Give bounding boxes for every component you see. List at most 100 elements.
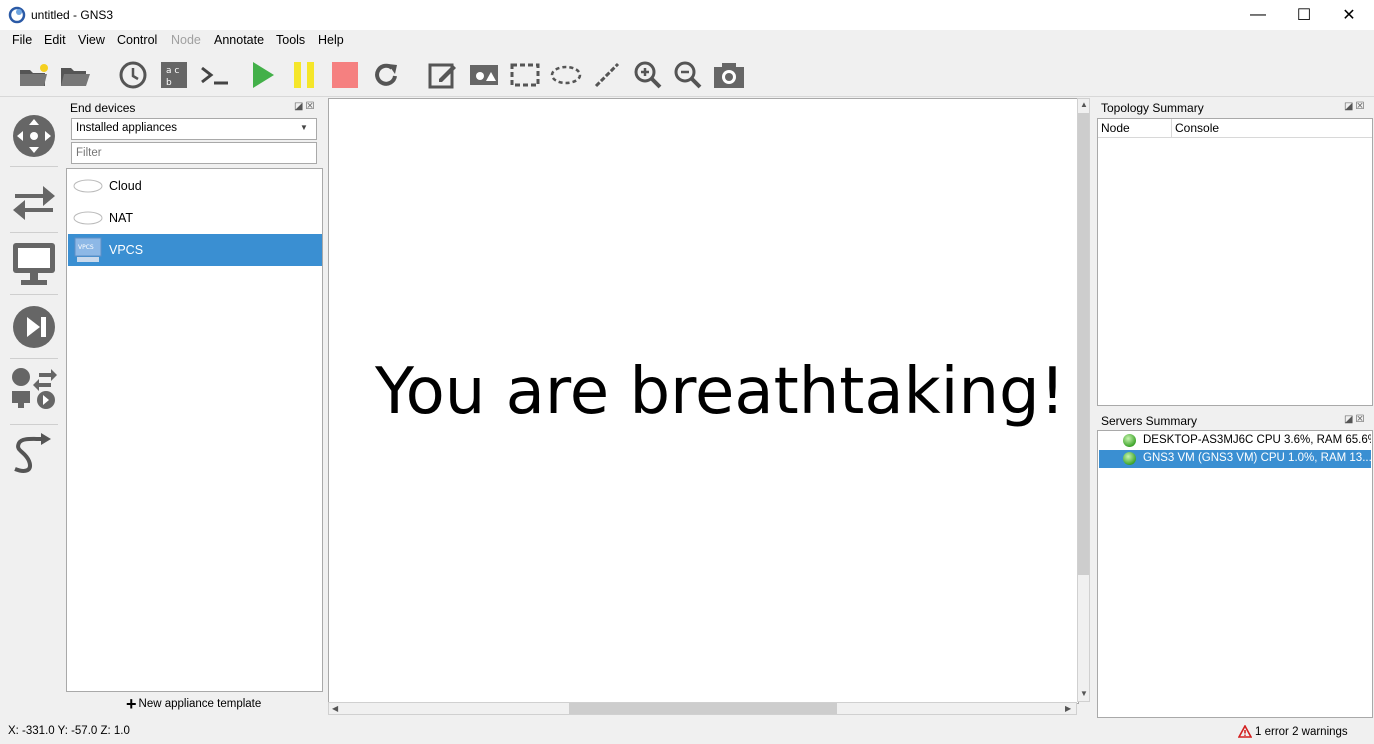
list-item-cloud[interactable]: Cloud — [68, 170, 322, 202]
menu-control[interactable]: Control — [117, 33, 157, 47]
topology-summary-title: Topology Summary — [1101, 101, 1204, 115]
canvas-horizontal-scrollbar[interactable]: ◀ ▶ — [328, 702, 1077, 715]
errors-label: 1 error 2 warnings — [1255, 725, 1348, 738]
reload-all-icon[interactable] — [369, 58, 403, 92]
column-console[interactable]: Console — [1175, 121, 1219, 135]
vertical-scroll-thumb[interactable] — [1078, 113, 1089, 575]
draw-line-icon[interactable] — [590, 58, 624, 92]
suspend-all-icon[interactable] — [287, 58, 321, 92]
list-item-label: VPCS — [109, 243, 144, 257]
draw-ellipse-icon[interactable] — [549, 58, 583, 92]
gns3-logo-icon — [8, 6, 26, 24]
show-interface-labels-icon[interactable]: a c b — [157, 58, 191, 92]
list-item-label: Cloud — [109, 179, 142, 193]
scroll-left-icon[interactable]: ◀ — [332, 704, 338, 713]
routers-icon[interactable] — [10, 112, 58, 160]
list-item-vpcs[interactable]: VPCS VPCS — [68, 234, 322, 266]
menu-edit[interactable]: Edit — [44, 33, 66, 47]
menu-node: Node — [171, 33, 201, 47]
panel-float-close-icons[interactable]: ◪☒ — [294, 101, 316, 112]
toolbar: a c b — [0, 52, 1374, 97]
snapshot-icon[interactable] — [116, 58, 150, 92]
open-project-icon[interactable] — [58, 58, 92, 92]
menu-help[interactable]: Help — [318, 33, 344, 47]
plus-icon: + — [126, 694, 137, 714]
errors-indicator[interactable]: 1 error 2 warnings — [1238, 725, 1348, 738]
column-node[interactable]: Node — [1101, 121, 1130, 135]
minimize-icon: — — [1250, 6, 1266, 23]
server-row-label: GNS3 VM (GNS3 VM) CPU 1.0%, RAM 13.... — [1143, 452, 1371, 464]
dock-separator — [10, 358, 58, 359]
servers-summary-panel: Servers Summary ◪☒ DESKTOP-AS3MJ6C CPU 3… — [1097, 412, 1373, 718]
chevron-down-icon: ▼ — [300, 123, 308, 132]
console-all-icon[interactable] — [198, 58, 232, 92]
new-appliance-template-button[interactable]: + New appliance template — [126, 694, 262, 714]
server-row[interactable]: DESKTOP-AS3MJ6C CPU 3.6%, RAM 65.6% — [1099, 432, 1371, 450]
list-item-label: NAT — [109, 211, 134, 225]
appliances-combo-value: Installed appliances — [76, 122, 178, 134]
menu-file[interactable]: File — [12, 33, 32, 47]
new-project-icon[interactable] — [17, 58, 51, 92]
scroll-up-icon[interactable]: ▲ — [1080, 100, 1088, 109]
window-title: untitled - GNS3 — [31, 8, 114, 22]
panel-float-close-icons[interactable]: ◪☒ — [1344, 101, 1366, 112]
minimize-button[interactable]: — — [1235, 0, 1281, 30]
scroll-right-icon[interactable]: ▶ — [1065, 704, 1071, 713]
maximize-button[interactable]: ☐ — [1281, 0, 1327, 30]
nat-cloud-icon — [73, 211, 103, 225]
canvas-note[interactable]: You are breathtaking! — [375, 355, 1065, 429]
menu-annotate[interactable]: Annotate — [214, 33, 264, 47]
svg-text:b: b — [166, 78, 172, 88]
list-item-nat[interactable]: NAT — [68, 202, 322, 234]
appliances-combo[interactable]: Installed appliances ▼ — [71, 118, 317, 140]
server-row[interactable]: GNS3 VM (GNS3 VM) CPU 1.0%, RAM 13.... — [1099, 450, 1371, 468]
scroll-down-icon[interactable]: ▼ — [1080, 689, 1088, 698]
topology-summary-table: Node Console — [1097, 118, 1373, 406]
canvas-vertical-scrollbar[interactable]: ▲ ▼ — [1077, 98, 1090, 702]
topology-canvas[interactable]: You are breathtaking! — [328, 98, 1079, 704]
close-button[interactable]: ✕ — [1326, 0, 1372, 30]
dock-separator — [10, 294, 58, 295]
zoom-out-icon[interactable] — [671, 58, 705, 92]
svg-text:VPCS: VPCS — [78, 244, 94, 251]
add-note-icon[interactable] — [426, 58, 460, 92]
dock-separator — [10, 424, 58, 425]
zoom-in-icon[interactable] — [631, 58, 665, 92]
cloud-icon — [73, 179, 103, 193]
horizontal-scroll-thumb[interactable] — [569, 703, 837, 714]
insert-image-icon[interactable] — [467, 58, 501, 92]
end-devices-icon[interactable] — [10, 240, 58, 288]
devices-panel-title: End devices — [70, 101, 136, 115]
menu-tools[interactable]: Tools — [276, 33, 305, 47]
warning-icon — [1238, 725, 1252, 738]
dock-separator — [10, 166, 58, 167]
menu-view[interactable]: View — [78, 33, 105, 47]
switches-icon[interactable] — [10, 178, 58, 226]
draw-rectangle-icon[interactable] — [508, 58, 542, 92]
stop-all-icon[interactable] — [328, 58, 362, 92]
filter-input[interactable] — [71, 142, 317, 164]
devices-panel: End devices ◪☒ Installed appliances ▼ Cl… — [66, 98, 323, 718]
screenshot-icon[interactable] — [712, 58, 746, 92]
maximize-icon: ☐ — [1296, 7, 1312, 24]
servers-list: DESKTOP-AS3MJ6C CPU 3.6%, RAM 65.6% GNS3… — [1097, 430, 1373, 718]
coordinates-readout: X: -331.0 Y: -57.0 Z: 1.0 — [8, 725, 130, 737]
server-row-label: DESKTOP-AS3MJ6C CPU 3.6%, RAM 65.6% — [1143, 434, 1371, 446]
add-link-icon[interactable] — [10, 430, 58, 478]
device-type-dock — [2, 98, 62, 710]
new-appliance-template-label: New appliance template — [138, 698, 262, 710]
all-devices-icon[interactable] — [10, 364, 58, 412]
server-status-icon — [1123, 434, 1136, 447]
server-status-icon — [1123, 452, 1136, 465]
dock-separator — [10, 232, 58, 233]
servers-summary-title: Servers Summary — [1101, 414, 1198, 428]
table-header: Node Console — [1098, 119, 1372, 138]
security-devices-icon[interactable] — [10, 303, 58, 351]
column-divider — [1171, 119, 1172, 137]
panel-float-close-icons[interactable]: ◪☒ — [1344, 414, 1366, 425]
menu-bar: File Edit View Control Node Annotate Too… — [0, 30, 1374, 52]
close-icon: ✕ — [1342, 7, 1356, 24]
topology-summary-panel: Topology Summary ◪☒ Node Console — [1097, 98, 1373, 406]
start-all-icon[interactable] — [246, 58, 280, 92]
title-bar: untitled - GNS3 — ☐ ✕ — [0, 0, 1374, 30]
